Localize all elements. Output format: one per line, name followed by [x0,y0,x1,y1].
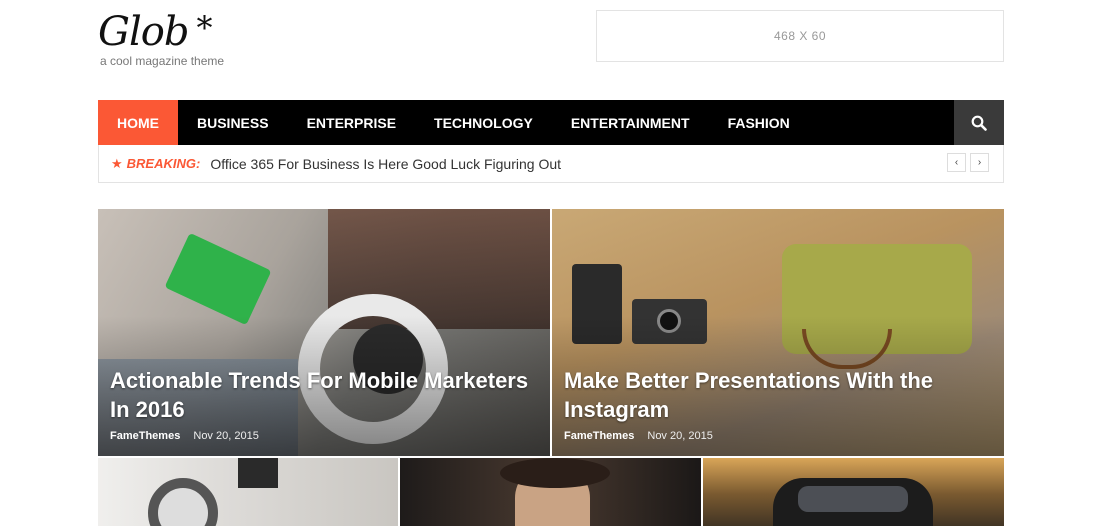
nav-item-enterprise[interactable]: ENTERPRISE [288,100,415,145]
chevron-right-icon: › [977,157,982,168]
nav-item-home[interactable]: HOME [98,100,178,145]
post-date: Nov 20, 2015 [193,430,259,442]
nav-item-technology[interactable]: TECHNOLOGY [415,100,552,145]
post-meta: FameThemes Nov 20, 2015 [564,430,984,442]
search-icon [971,115,987,131]
main-nav: HOME BUSINESS ENTERPRISE TECHNOLOGY ENTE… [98,100,1004,145]
logo-mark[interactable]: * [196,9,212,47]
chevron-left-icon: ‹ [954,157,959,168]
featured-post-4[interactable] [400,458,701,526]
post-author[interactable]: FameThemes [110,430,180,442]
post-caption: Make Better Presentations With the Insta… [564,366,984,442]
nav-item-fashion[interactable]: FASHION [709,100,809,145]
breaking-label: BREAKING: [126,156,201,171]
search-button[interactable] [954,100,1004,145]
post-title[interactable]: Make Better Presentations With the Insta… [564,366,984,424]
post-image-3 [148,478,218,526]
logo-text[interactable]: Glob [98,9,189,55]
breaking-headline[interactable]: Office 365 For Business Is Here Good Luc… [210,156,561,172]
post-date: Nov 20, 2015 [647,430,713,442]
post-title[interactable]: Actionable Trends For Mobile Marketers I… [110,366,530,424]
featured-post-3[interactable] [98,458,398,526]
nav-item-business[interactable]: BUSINESS [178,100,288,145]
star-icon: ★ [111,155,123,171]
ad-banner-label: 468 X 60 [773,29,827,43]
featured-post-1[interactable]: Actionable Trends For Mobile Marketers I… [98,209,550,456]
site-header: Glob * a cool magazine theme 468 X 60 [98,0,1004,100]
post-caption: Actionable Trends For Mobile Marketers I… [110,366,530,442]
post-meta: FameThemes Nov 20, 2015 [110,430,530,442]
site-logo[interactable]: Glob * [98,8,212,56]
site-tagline: a cool magazine theme [100,54,225,68]
breaking-news-bar: ★ BREAKING: Office 365 For Business Is H… [98,145,1004,183]
breaking-prev-button[interactable]: ‹ [947,153,966,172]
ad-banner[interactable]: 468 X 60 [596,10,1004,62]
featured-post-2[interactable]: Make Better Presentations With the Insta… [552,209,1004,456]
breaking-next-button[interactable]: › [970,153,989,172]
post-author[interactable]: FameThemes [564,430,634,442]
featured-post-5[interactable] [703,458,1004,526]
breaking-controls: ‹ › [947,153,989,172]
nav-item-entertainment[interactable]: ENTERTAINMENT [552,100,709,145]
